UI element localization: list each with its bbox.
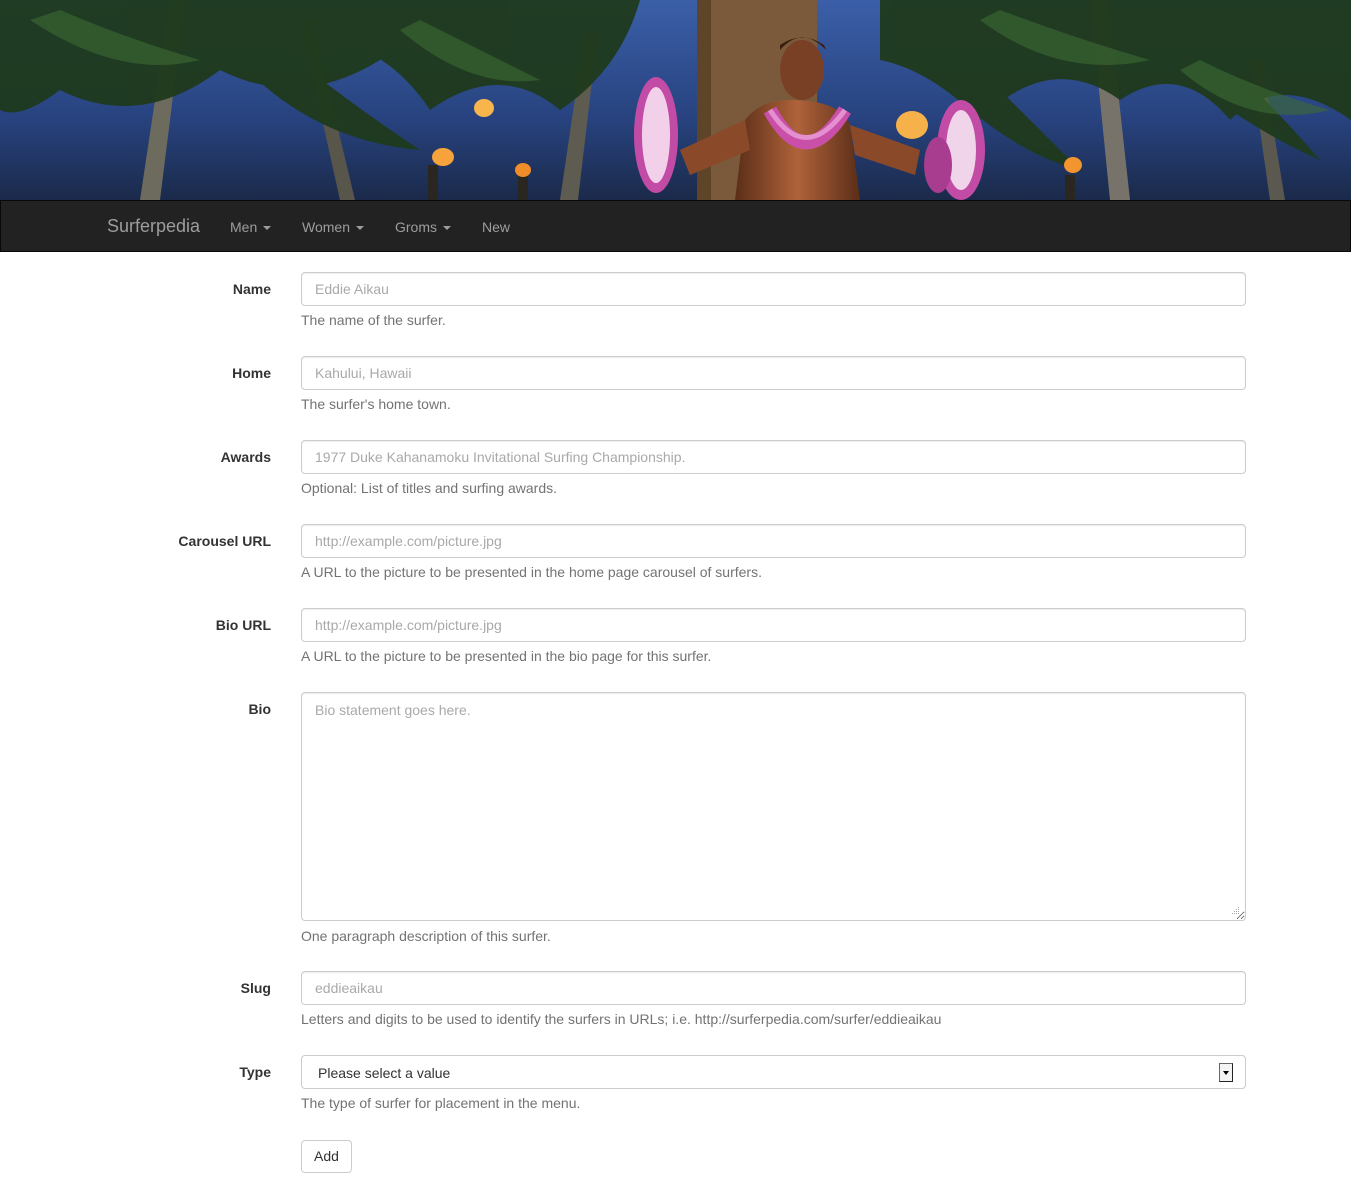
bio-url-label: Bio URL [215,617,271,633]
nav-dropdown-women[interactable]: Women [302,218,364,236]
brand-link[interactable]: Surferpedia [107,215,200,237]
bio-label: Bio [248,701,271,717]
caret-down-icon [355,225,364,230]
name-input[interactable] [301,272,1246,306]
home-help: The surfer's home town. [301,396,451,412]
slug-help: Letters and digits to be used to identif… [301,1011,942,1027]
hero-banner [0,0,1351,200]
dropdown-arrow-icon[interactable] [1219,1063,1233,1082]
bio-help: One paragraph description of this surfer… [301,928,551,944]
awards-input[interactable] [301,440,1246,474]
home-input[interactable] [301,356,1246,390]
type-label: Type [239,1064,271,1080]
navbar: Surferpedia Men Women Groms New [0,200,1351,252]
hero-image [0,0,1351,200]
nav-dropdown-groms[interactable]: Groms [395,218,451,236]
bio-textarea[interactable] [301,692,1246,921]
add-button[interactable]: Add [301,1140,352,1173]
awards-label: Awards [220,449,271,465]
type-select-value: Please select a value [318,1065,451,1081]
name-label: Name [232,281,271,297]
type-help: The type of surfer for placement in the … [301,1095,581,1111]
bio-textarea-wrapper [301,692,1246,921]
nav-label-women: Women [302,219,350,235]
bio-url-help: A URL to the picture to be presented in … [301,648,712,664]
slug-label: Slug [240,980,271,996]
carousel-url-input[interactable] [301,524,1246,558]
slug-input[interactable] [301,971,1246,1005]
nav-label-men: Men [230,219,258,235]
bio-url-input[interactable] [301,608,1246,642]
carousel-url-label: Carousel URL [178,533,271,549]
caret-down-icon [263,225,272,230]
resize-grip-icon[interactable] [1230,905,1240,915]
nav-link-new[interactable]: New [482,218,510,236]
type-select[interactable]: Please select a value [301,1055,1246,1089]
carousel-url-help: A URL to the picture to be presented in … [301,564,762,580]
name-help: The name of the surfer. [301,312,446,328]
nav-label-new: New [482,219,511,235]
home-label: Home [232,365,271,381]
awards-help: Optional: List of titles and surfing awa… [301,480,558,496]
caret-down-icon [443,225,451,230]
nav-dropdown-men[interactable]: Men [230,218,272,236]
nav-label-groms: Groms [395,219,437,235]
